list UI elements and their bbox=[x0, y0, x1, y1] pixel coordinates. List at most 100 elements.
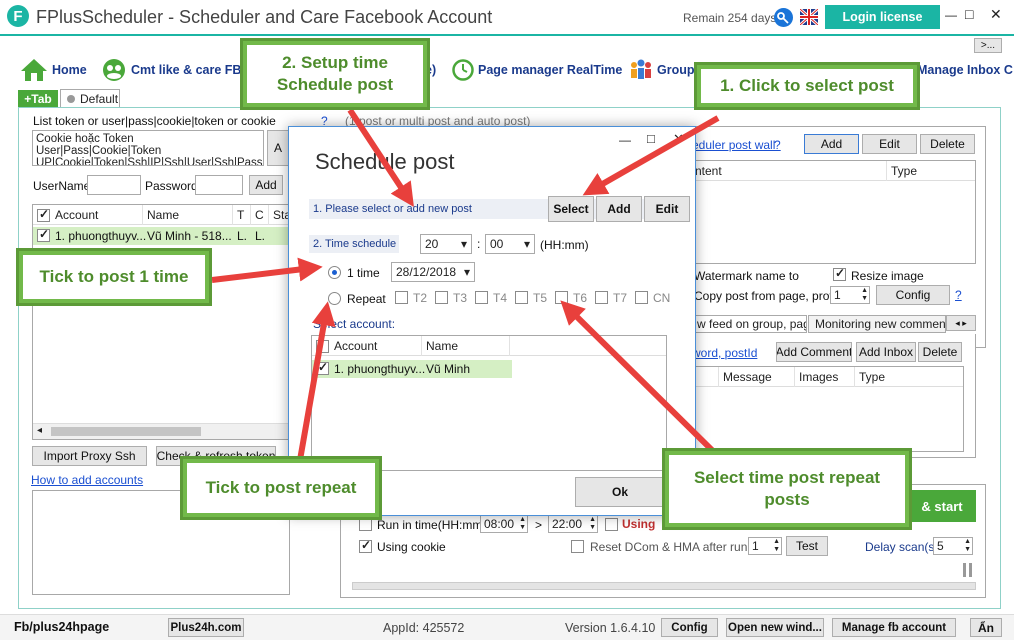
time-from-input[interactable]: 08:00 ▲ ▼ bbox=[480, 515, 528, 533]
scheduler-help[interactable]: ? bbox=[774, 138, 781, 152]
time-to-input[interactable]: 22:00 ▲ ▼ bbox=[548, 515, 598, 533]
dialog-maximize[interactable]: □ bbox=[647, 131, 655, 146]
col-type[interactable]: Type bbox=[887, 161, 975, 181]
col-name[interactable]: Name bbox=[143, 205, 233, 225]
tab-scroll-arrows[interactable]: ◂ ▸ bbox=[946, 315, 976, 331]
start-button[interactable]: & start bbox=[908, 490, 976, 522]
minimize-button[interactable]: — bbox=[945, 8, 957, 22]
col-status[interactable]: Sta bbox=[269, 205, 289, 225]
monitor-delete-button[interactable]: Delete bbox=[918, 342, 962, 362]
day-checkbox[interactable] bbox=[475, 291, 488, 304]
reset-dcom-checkbox[interactable] bbox=[571, 540, 584, 553]
dialog-ok-button[interactable]: Ok bbox=[575, 477, 665, 507]
tab-new-feed[interactable]: w feed on group, page bbox=[690, 315, 807, 333]
minute-select[interactable]: 00 bbox=[485, 234, 535, 254]
dialog-edit-button[interactable]: Edit bbox=[644, 196, 690, 222]
tab-default[interactable]: Default bbox=[60, 89, 120, 108]
col-content[interactable]: ntent bbox=[691, 161, 887, 181]
col-images[interactable]: Images bbox=[795, 367, 855, 387]
nav-manage-inbox[interactable]: Manage Inbox C bbox=[917, 58, 1013, 82]
stepper-arrows-icon[interactable]: ▲ ▼ bbox=[861, 287, 868, 303]
stepper-icon[interactable]: ▲ ▼ bbox=[519, 516, 526, 532]
side-a-button[interactable]: A bbox=[267, 130, 289, 166]
select-all-checkbox[interactable] bbox=[37, 207, 50, 222]
token-textarea[interactable]: Cookie hoặc Token User|Pass|Cookie|Token… bbox=[32, 130, 264, 166]
day-checkbox[interactable] bbox=[635, 291, 648, 304]
day-checkbox[interactable] bbox=[595, 291, 608, 304]
day-checkbox[interactable] bbox=[555, 291, 568, 304]
add-comment-button[interactable]: Add Comment bbox=[776, 342, 852, 362]
maximize-button[interactable]: □ bbox=[965, 6, 973, 22]
using-checkbox[interactable] bbox=[605, 518, 618, 531]
resize-image-checkbox[interactable] bbox=[833, 266, 846, 281]
hour-select[interactable]: 20 bbox=[420, 234, 472, 254]
horizontal-scrollbar[interactable]: ◂ bbox=[33, 423, 289, 439]
day-checkbox[interactable] bbox=[515, 291, 528, 304]
day-label: CN bbox=[653, 291, 671, 305]
tab-monitoring[interactable]: Monitoring new comment or bbox=[808, 315, 946, 333]
copy-config-button[interactable]: Config bbox=[876, 285, 950, 305]
username-input[interactable] bbox=[87, 175, 141, 195]
more-button[interactable]: >... bbox=[974, 38, 1002, 53]
dialog-row-checkbox[interactable] bbox=[316, 360, 329, 375]
copy-help[interactable]: ? bbox=[955, 288, 962, 302]
nav-home[interactable]: Home bbox=[20, 58, 87, 82]
col-type2[interactable]: Type bbox=[855, 367, 963, 387]
scroll-left-icon[interactable]: ◂ bbox=[37, 425, 42, 436]
run-in-time-label: Run in time(HH:mm) bbox=[377, 518, 487, 532]
uk-flag-icon[interactable] bbox=[800, 9, 818, 25]
dialog-select-all-checkbox[interactable] bbox=[316, 340, 329, 353]
date-picker[interactable]: 28/12/2018 bbox=[391, 262, 475, 282]
day-checkbox[interactable] bbox=[395, 291, 408, 304]
password-input[interactable] bbox=[195, 175, 243, 195]
nav-page-manager[interactable]: Page manager RealTime bbox=[452, 58, 622, 82]
dialog-select-button[interactable]: Select bbox=[548, 196, 594, 222]
reset-count-stepper[interactable]: 1 ▲ ▼ bbox=[748, 537, 782, 555]
col-message[interactable]: Message bbox=[719, 367, 795, 387]
row-checkbox[interactable] bbox=[37, 227, 50, 242]
day-checkbox[interactable] bbox=[435, 291, 448, 304]
copy-count-stepper[interactable]: 1 ▲ ▼ bbox=[830, 286, 870, 304]
status-config-button[interactable]: Config bbox=[661, 618, 718, 637]
dialog-minimize[interactable]: — bbox=[619, 133, 631, 147]
dialog-close[interactable]: ✕ bbox=[673, 131, 684, 147]
dialog-add-button[interactable]: Add bbox=[596, 196, 642, 222]
add-inbox-button[interactable]: Add Inbox bbox=[856, 342, 916, 362]
repeat-radio[interactable] bbox=[328, 292, 341, 305]
close-button[interactable]: ✕ bbox=[990, 6, 1002, 23]
using-cookie-checkbox[interactable] bbox=[359, 538, 372, 553]
stepper-icon[interactable]: ▲ ▼ bbox=[773, 538, 780, 554]
test-button[interactable]: Test bbox=[786, 536, 828, 556]
tab-plus[interactable]: +Tab bbox=[18, 90, 58, 108]
watermark-label: Watermark name to bbox=[694, 269, 799, 283]
key-icon[interactable] bbox=[774, 8, 793, 27]
stepper-icon[interactable]: ▲ ▼ bbox=[964, 538, 971, 554]
hide-button[interactable]: Ẩn bbox=[970, 618, 1002, 637]
open-new-window-button[interactable]: Open new wind... bbox=[726, 618, 824, 637]
status-site-button[interactable]: Plus24h.com bbox=[168, 618, 244, 637]
scroll-thumb[interactable] bbox=[51, 427, 201, 436]
col-account[interactable]: Account bbox=[51, 205, 143, 225]
import-proxy-button[interactable]: Import Proxy Ssh bbox=[32, 446, 147, 466]
pause-icon[interactable] bbox=[962, 563, 974, 577]
one-time-radio[interactable] bbox=[328, 266, 341, 279]
login-license-button[interactable]: Login license bbox=[825, 5, 940, 29]
how-to-add-accounts-link[interactable]: How to add accounts bbox=[31, 473, 143, 487]
nav-group[interactable]: Group bbox=[628, 58, 695, 82]
table-row[interactable]: 1. phuongthuyv... Vũ Minh - 518... L. L. bbox=[33, 227, 289, 245]
table-row[interactable]: 1. phuongthuyv... Vũ Minh bbox=[312, 360, 512, 378]
nav-cmt-like-care[interactable]: Cmt like & care FB bbox=[101, 58, 241, 82]
scheduler-post-wall-link[interactable]: eduler post wall bbox=[692, 138, 775, 152]
wall-edit-button[interactable]: Edit bbox=[862, 134, 917, 154]
wall-delete-button[interactable]: Delete bbox=[920, 134, 975, 154]
dialog-col-name[interactable]: Name bbox=[422, 336, 510, 356]
col-t[interactable]: T bbox=[233, 205, 251, 225]
wall-add-button[interactable]: Add bbox=[804, 134, 859, 154]
manage-fb-account-button[interactable]: Manage fb account bbox=[832, 618, 956, 637]
delay-stepper[interactable]: 5 ▲ ▼ bbox=[933, 537, 973, 555]
col-c[interactable]: C bbox=[251, 205, 269, 225]
add-account-button[interactable]: Add bbox=[249, 175, 283, 195]
remain-days: Remain 254 days bbox=[683, 11, 777, 25]
stepper-icon[interactable]: ▲ ▼ bbox=[589, 516, 596, 532]
dialog-col-account[interactable]: Account bbox=[330, 336, 422, 356]
